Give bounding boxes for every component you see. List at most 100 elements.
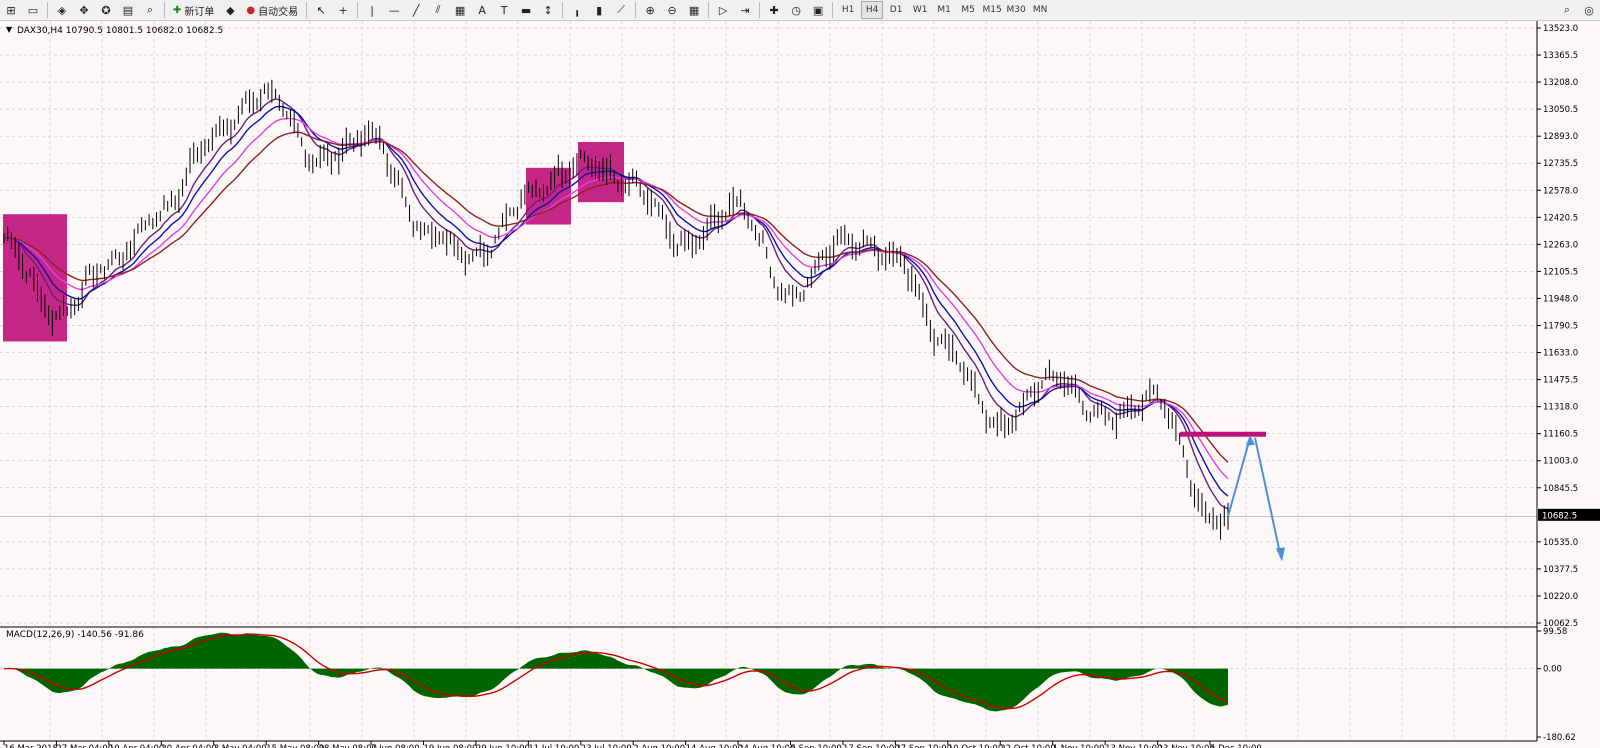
new-order-label: 新订单	[184, 6, 215, 18]
time-label: 1 Nov 10:00	[1053, 744, 1105, 748]
time-label: 20 Apr 04:00	[161, 744, 216, 748]
time-label: 24 Aug 10:00	[738, 744, 795, 748]
indicators-icon[interactable]: ✚	[764, 1, 784, 19]
toolbar-separator	[164, 2, 165, 18]
price-label: 12578.0	[1543, 186, 1578, 196]
auto-trading-icon: ●	[246, 4, 256, 16]
time-label: 2 Aug 10:00	[633, 744, 685, 748]
profiles-icon[interactable]: ▭	[23, 1, 43, 19]
time-label: 13 Nov 10:00	[1105, 744, 1162, 748]
price-label: 11790.5	[1543, 322, 1578, 332]
zoom-in-icon[interactable]: ⊕	[640, 1, 660, 19]
fibonacci-icon[interactable]: ▦	[450, 1, 470, 19]
vertical-line-icon[interactable]: |	[362, 1, 382, 19]
community-icon[interactable]: ◎	[1579, 1, 1599, 19]
price-label: 13365.5	[1543, 51, 1578, 61]
rectangle-icon[interactable]: ▬	[516, 1, 536, 19]
timeframe-button[interactable]: M30	[1005, 1, 1027, 19]
toolbar-separator	[708, 2, 710, 18]
market-watch-icon[interactable]: ◈	[52, 1, 72, 19]
timeframe-button[interactable]: W1	[909, 1, 931, 19]
highlight-box	[3, 214, 67, 342]
arrows-icon[interactable]: ↕	[538, 1, 558, 19]
toolbar-separator	[832, 2, 834, 18]
bar-chart-icon[interactable]: ╻	[567, 1, 587, 19]
price-label: 11948.0	[1543, 294, 1578, 304]
time-label: 22 Oct 10:00	[1000, 744, 1055, 748]
price-label: 13523.0	[1543, 24, 1578, 34]
templates-icon[interactable]: ▣	[808, 1, 828, 19]
text-label-icon[interactable]: T	[494, 1, 514, 19]
price-label: 11318.0	[1543, 403, 1578, 413]
main-toolbar: ⊞ ▭ ◈ ✥ ✪ ▤ ⌕ ✚ 新订单 ◆ ● 自动交易 ↖ + | — ╱ ⫽ ▦…	[0, 0, 1600, 21]
metaeditor-icon[interactable]: ◆	[220, 1, 240, 19]
price-label: 10377.5	[1543, 565, 1578, 575]
time-label: 14 Aug 10:00	[686, 744, 743, 748]
new-order-button[interactable]: ✚ 新订单	[169, 1, 218, 19]
toolbar-separator	[562, 2, 564, 18]
toolbar-separator	[759, 2, 761, 18]
chart-shift-icon[interactable]: ⇥	[735, 1, 755, 19]
time-label: 11 Jul 10:00	[528, 744, 579, 748]
auto-trading-label: 自动交易	[258, 6, 299, 18]
time-label: 23 Jul 10:00	[581, 744, 632, 748]
price-label: 12893.0	[1543, 132, 1578, 142]
new-order-icon: ✚	[173, 4, 182, 16]
auto-scroll-icon[interactable]: ▷	[713, 1, 733, 19]
auto-trading-button[interactable]: ● 自动交易	[242, 1, 302, 19]
horizontal-line-icon[interactable]: —	[384, 1, 404, 19]
time-label: 3 May 04:00	[214, 744, 267, 748]
data-window-icon[interactable]: ✥	[74, 1, 94, 19]
timeframe-button[interactable]: M1	[933, 1, 955, 19]
terminal-icon[interactable]: ▤	[118, 1, 138, 19]
new-chart-icon[interactable]: ⊞	[1, 1, 21, 19]
price-label: 12105.5	[1543, 267, 1578, 277]
toolbar-separator	[47, 2, 48, 18]
price-label: 10845.5	[1543, 484, 1578, 494]
time-label: 29 Jun 10:00	[476, 744, 530, 748]
timeframe-button[interactable]: H1	[837, 1, 859, 19]
time-label: 28 May 08:00	[319, 744, 377, 748]
toolbar-separator	[635, 2, 637, 18]
crosshair-icon[interactable]: +	[333, 1, 353, 19]
macd-axis-label: -180.62	[1543, 733, 1576, 743]
current-price-label: 10682.5	[1542, 511, 1577, 521]
zoom-out-icon[interactable]: ⊖	[662, 1, 682, 19]
timeframe-button[interactable]: D1	[885, 1, 907, 19]
navigator-icon[interactable]: ✪	[96, 1, 116, 19]
time-label: 10 Apr 04:00	[109, 744, 164, 748]
price-chart[interactable]: 99.580.00-180.62 13523.013365.513208.013…	[0, 21, 1600, 748]
price-label: 10220.0	[1543, 592, 1578, 602]
candlestick-icon[interactable]: ▮	[589, 1, 609, 19]
price-label: 10062.5	[1543, 619, 1578, 629]
timeframe-button[interactable]: M5	[957, 1, 979, 19]
time-label: 23 Nov 10:00	[1158, 744, 1215, 748]
price-label: 10535.0	[1543, 538, 1578, 548]
timeframe-button[interactable]: MN	[1029, 1, 1051, 19]
price-label: 11475.5	[1543, 376, 1578, 386]
trendline-icon[interactable]: ╱	[406, 1, 426, 19]
time-label: 19 Jun 08:00	[423, 744, 477, 748]
search-icon[interactable]: ⌕	[1557, 1, 1577, 19]
time-label: 5 Dec 10:00	[1210, 744, 1262, 748]
time-label: 7 Jun 08:00	[371, 744, 420, 748]
channel-icon[interactable]: ⫽	[428, 1, 448, 19]
text-icon[interactable]: A	[472, 1, 492, 19]
price-label: 12420.5	[1543, 213, 1578, 223]
price-label: 12263.0	[1543, 240, 1578, 250]
tile-windows-icon[interactable]: ▦	[684, 1, 704, 19]
price-label: 13050.5	[1543, 105, 1578, 115]
price-label: 13208.0	[1543, 78, 1578, 88]
periods-icon[interactable]: ◷	[786, 1, 806, 19]
strategy-tester-icon[interactable]: ⌕	[140, 1, 160, 19]
timeframe-button[interactable]: H4	[861, 1, 884, 19]
macd-axis-label: 0.00	[1543, 665, 1562, 675]
time-label: 16 Mar 2018	[4, 744, 58, 748]
cursor-icon[interactable]: ↖	[311, 1, 331, 19]
timeframe-button[interactable]: M15	[981, 1, 1003, 19]
toolbar-separator	[357, 2, 359, 18]
line-chart-icon[interactable]: ⟋	[611, 1, 631, 19]
symbol-info: DAX30,H4 10790.5 10801.5 10682.0 10682.5	[17, 26, 223, 36]
time-label: 27 Mar 04:00	[56, 744, 113, 748]
chart-dropdown-icon[interactable]: ▼	[6, 25, 13, 34]
